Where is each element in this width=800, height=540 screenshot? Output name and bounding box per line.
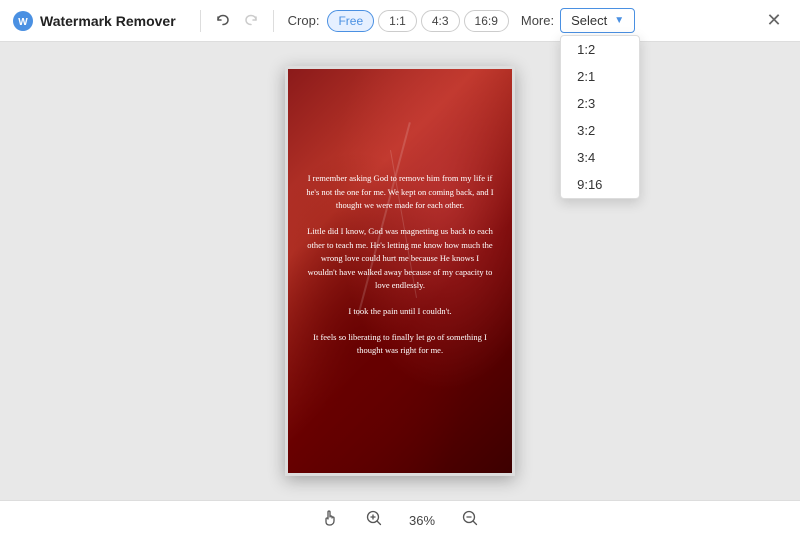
footer-toolbar: 36%	[0, 500, 800, 540]
undo-button[interactable]	[209, 7, 237, 35]
hand-icon	[321, 509, 339, 532]
zoom-level-display: 36%	[404, 513, 440, 528]
select-label: Select	[571, 13, 607, 28]
redo-button[interactable]	[237, 7, 265, 35]
more-label: More:	[521, 13, 554, 28]
dropdown-item-3-4[interactable]: 3:4	[561, 144, 639, 171]
paragraph-3: I took the pain until I couldn't.	[348, 305, 451, 319]
chevron-down-icon: ▼	[614, 15, 624, 26]
zoom-in-button[interactable]	[360, 507, 388, 535]
hand-tool-button[interactable]	[316, 507, 344, 535]
zoom-in-icon	[365, 509, 383, 532]
app-title: Watermark Remover	[40, 13, 176, 29]
dropdown-item-9-16[interactable]: 9:16	[561, 171, 639, 198]
crop-label: Crop:	[288, 13, 320, 28]
divider	[200, 10, 201, 32]
app-logo: W Watermark Remover	[12, 10, 176, 32]
dropdown-item-2-1[interactable]: 2:1	[561, 63, 639, 90]
canvas-area: I remember asking God to remove him from…	[0, 42, 800, 500]
select-button[interactable]: Select ▼	[560, 8, 635, 33]
image-background: I remember asking God to remove him from…	[285, 66, 515, 476]
crop-free-button[interactable]: Free	[327, 10, 374, 32]
toolbar: W Watermark Remover Crop: Free 1:1 4:3 1…	[0, 0, 800, 42]
image-container: I remember asking God to remove him from…	[285, 66, 515, 476]
redo-icon	[243, 13, 259, 29]
dropdown-item-2-3[interactable]: 2:3	[561, 90, 639, 117]
zoom-out-icon	[461, 509, 479, 532]
close-button[interactable]: ✕	[760, 7, 788, 35]
dropdown-item-3-2[interactable]: 3:2	[561, 117, 639, 144]
close-icon: ✕	[766, 10, 781, 31]
paragraph-2: Little did I know, God was magnetting us…	[306, 225, 494, 293]
crop-1-1-button[interactable]: 1:1	[378, 10, 417, 32]
crop-4-3-button[interactable]: 4:3	[421, 10, 460, 32]
image-text-overlay: I remember asking God to remove him from…	[288, 69, 512, 473]
paragraph-4: It feels so liberating to finally let go…	[306, 331, 494, 358]
svg-text:W: W	[18, 17, 28, 28]
paragraph-1: I remember asking God to remove him from…	[306, 172, 494, 213]
zoom-out-button[interactable]	[456, 507, 484, 535]
dropdown-item-1-2[interactable]: 1:2	[561, 36, 639, 63]
select-wrapper: Select ▼ 1:2 2:1 2:3 3:2 3:4 9:16	[560, 8, 635, 33]
crop-16-9-button[interactable]: 16:9	[464, 10, 509, 32]
dropdown-menu: 1:2 2:1 2:3 3:2 3:4 9:16	[560, 35, 640, 199]
undo-icon	[215, 13, 231, 29]
app-logo-icon: W	[12, 10, 34, 32]
divider2	[273, 10, 274, 32]
